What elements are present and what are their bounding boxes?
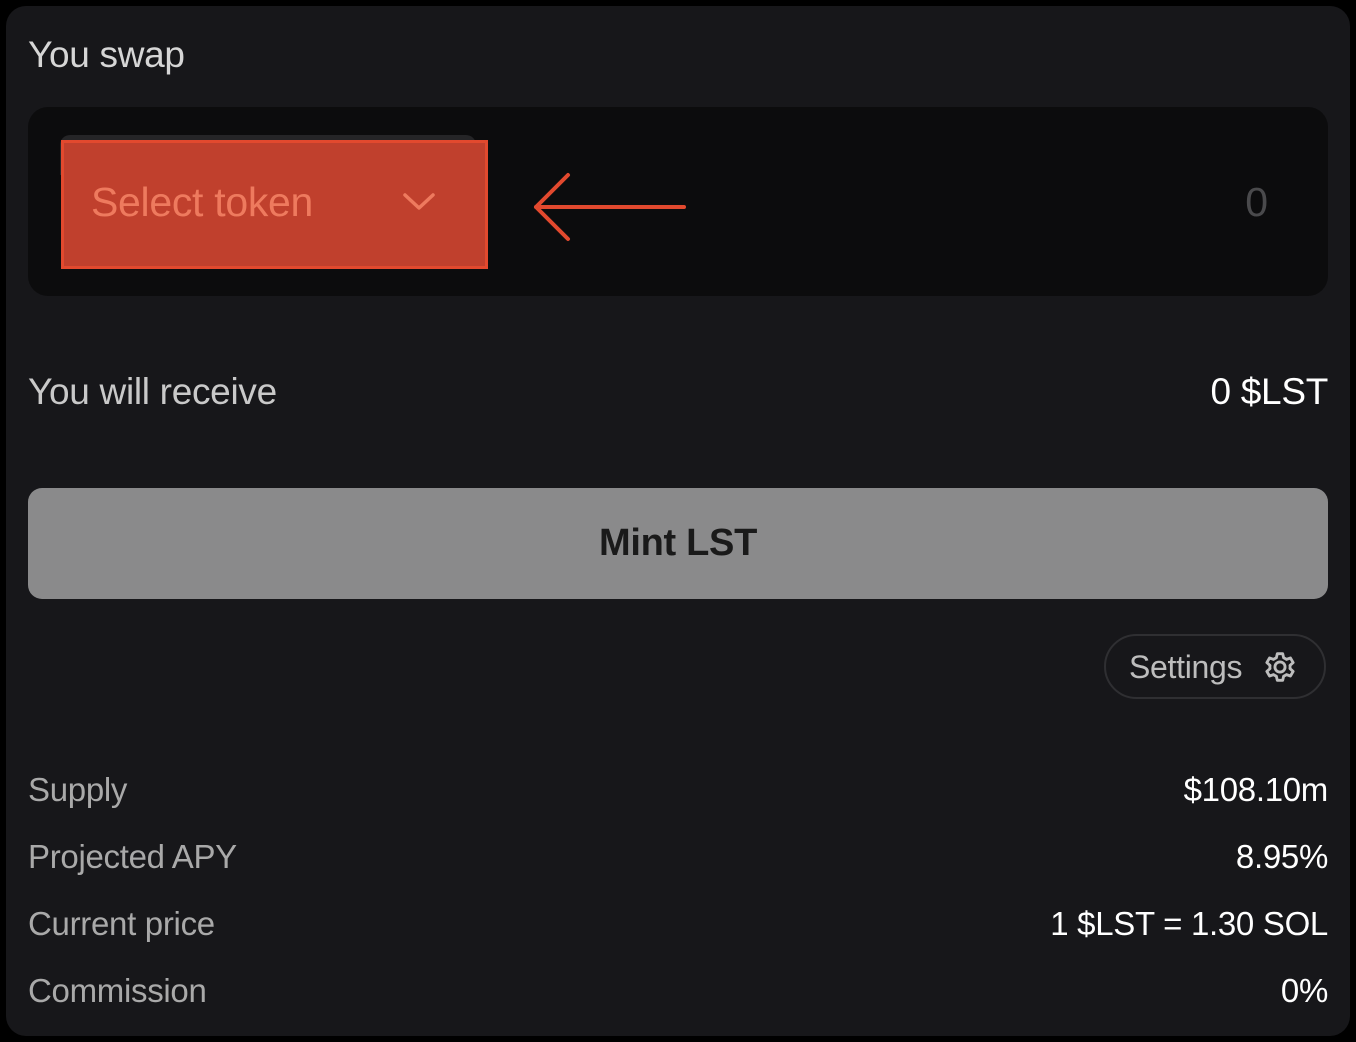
stat-label: Commission <box>28 972 207 1009</box>
stat-row-projected-apy: Projected APY 8.95% <box>28 838 1328 905</box>
stat-value: $108.10m <box>1183 771 1329 808</box>
receive-label: You will receive <box>28 371 277 412</box>
stat-label: Current price <box>28 905 215 942</box>
stat-label: Supply <box>28 771 128 808</box>
stat-row-supply: Supply $108.10m <box>28 771 1328 838</box>
settings-button[interactable]: Settings <box>1104 634 1326 699</box>
settings-label: Settings <box>1129 649 1243 685</box>
stat-row-current-price: Current price 1 $LST = 1.30 SOL <box>28 905 1328 972</box>
you-swap-title: You swap <box>28 34 185 75</box>
mint-lst-button[interactable]: Mint LST <box>28 488 1328 599</box>
swap-input-box: Select token <box>28 107 1328 296</box>
arrow-left-icon <box>534 173 686 241</box>
stat-row-commission: Commission 0% <box>28 972 1328 1039</box>
chevron-down-icon <box>403 193 435 210</box>
receive-value: 0 $LST <box>1210 371 1329 412</box>
mint-panel: You swap Select token You will receive 0… <box>6 6 1350 1036</box>
receive-row: You will receive 0 $LST <box>28 371 1328 421</box>
stat-value: 0% <box>1280 972 1328 1009</box>
stat-value: 1 $LST = 1.30 SOL <box>1050 905 1328 942</box>
gear-icon <box>1265 652 1295 682</box>
select-token-button[interactable]: Select token <box>61 140 488 269</box>
stat-value: 8.95% <box>1235 838 1328 875</box>
select-token-label: Select token <box>91 179 314 225</box>
stats-list: Supply $108.10m Projected APY 8.95% Curr… <box>28 771 1328 1039</box>
swap-amount-input[interactable] <box>1068 179 1268 226</box>
stat-label: Projected APY <box>28 838 237 875</box>
